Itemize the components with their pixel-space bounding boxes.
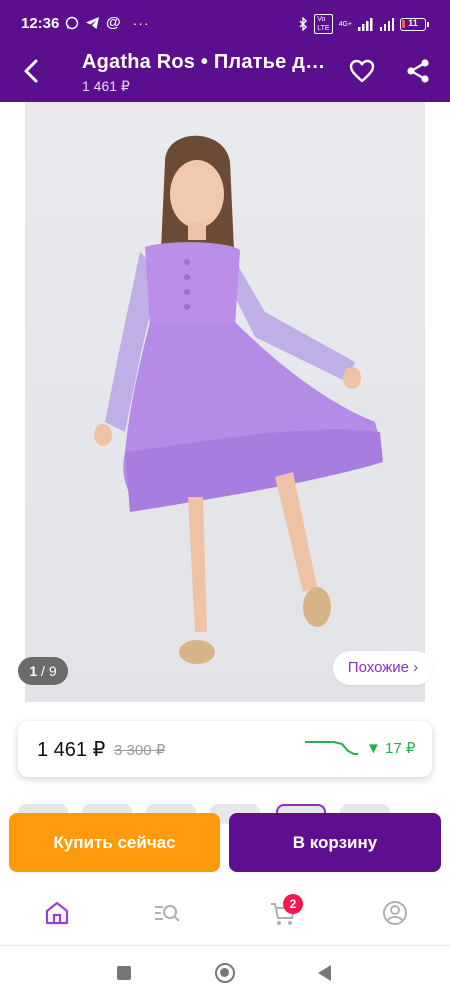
volte-icon: Vo LTE: [314, 14, 333, 34]
catalog-search-icon[interactable]: [152, 898, 182, 928]
add-to-cart-button[interactable]: В корзину: [229, 813, 441, 872]
home-circle-icon[interactable]: [215, 963, 235, 983]
page-title: Agatha Ros • Платье детское: [82, 51, 332, 73]
price-drop: ▼ 17 ₽: [366, 740, 416, 757]
system-status-icons: Vo LTE 4G+ 11: [298, 14, 429, 34]
system-back-icon[interactable]: [318, 965, 331, 981]
recent-apps-icon[interactable]: [117, 966, 131, 980]
product-photo-illustration: [94, 135, 383, 664]
bottom-navigation: [0, 880, 450, 946]
cart-count-badge: 2: [283, 894, 303, 914]
price-history-sparkline: [305, 741, 358, 755]
bluetooth-icon: [299, 17, 308, 31]
old-price: 3 300 ₽: [114, 742, 166, 759]
whatsapp-icon: [65, 16, 79, 29]
gallery-counter-total: / 9: [37, 663, 57, 679]
product-photo[interactable]: [25, 102, 425, 702]
back-arrow-icon[interactable]: [17, 56, 47, 86]
profile-icon[interactable]: [380, 898, 410, 928]
gallery-counter-current: 1: [29, 663, 38, 679]
similar-products-button[interactable]: Похожие ›: [333, 651, 433, 685]
network-type: 4G+: [338, 20, 352, 28]
status-time: 12:36: [21, 15, 60, 32]
signal-icon: [358, 17, 373, 31]
at-icon: @: [106, 14, 121, 31]
telegram-icon: [86, 16, 99, 29]
signal-2-icon: [380, 17, 394, 31]
battery-level: 11: [408, 17, 418, 28]
current-price: 1 461 ₽: [37, 739, 106, 761]
price-card[interactable]: 1 461 ₽ 3 300 ₽ ▼ 17 ₽: [18, 721, 432, 777]
favorite-heart-icon[interactable]: [348, 57, 376, 85]
more-notifications-icon: ···: [132, 14, 150, 31]
battery-icon: 11: [400, 17, 429, 31]
notification-icons: @ ···: [65, 14, 150, 31]
app-header: 12:36 @ ··· Vo LTE 4G+ 11 Agatha Ros • Пл…: [0, 0, 450, 102]
product-gallery[interactable]: 1 / 9 Похожие ›: [0, 102, 450, 702]
share-icon[interactable]: [404, 57, 432, 85]
status-bar: 12:36 @ ··· Vo LTE 4G+ 11: [0, 0, 450, 42]
home-icon[interactable]: [42, 898, 72, 928]
system-navigation-bar: [0, 946, 450, 1000]
gallery-counter: 1 / 9: [18, 657, 68, 685]
header-price: 1 461 ₽: [82, 78, 130, 94]
buy-now-button[interactable]: Купить сейчас: [9, 813, 220, 872]
